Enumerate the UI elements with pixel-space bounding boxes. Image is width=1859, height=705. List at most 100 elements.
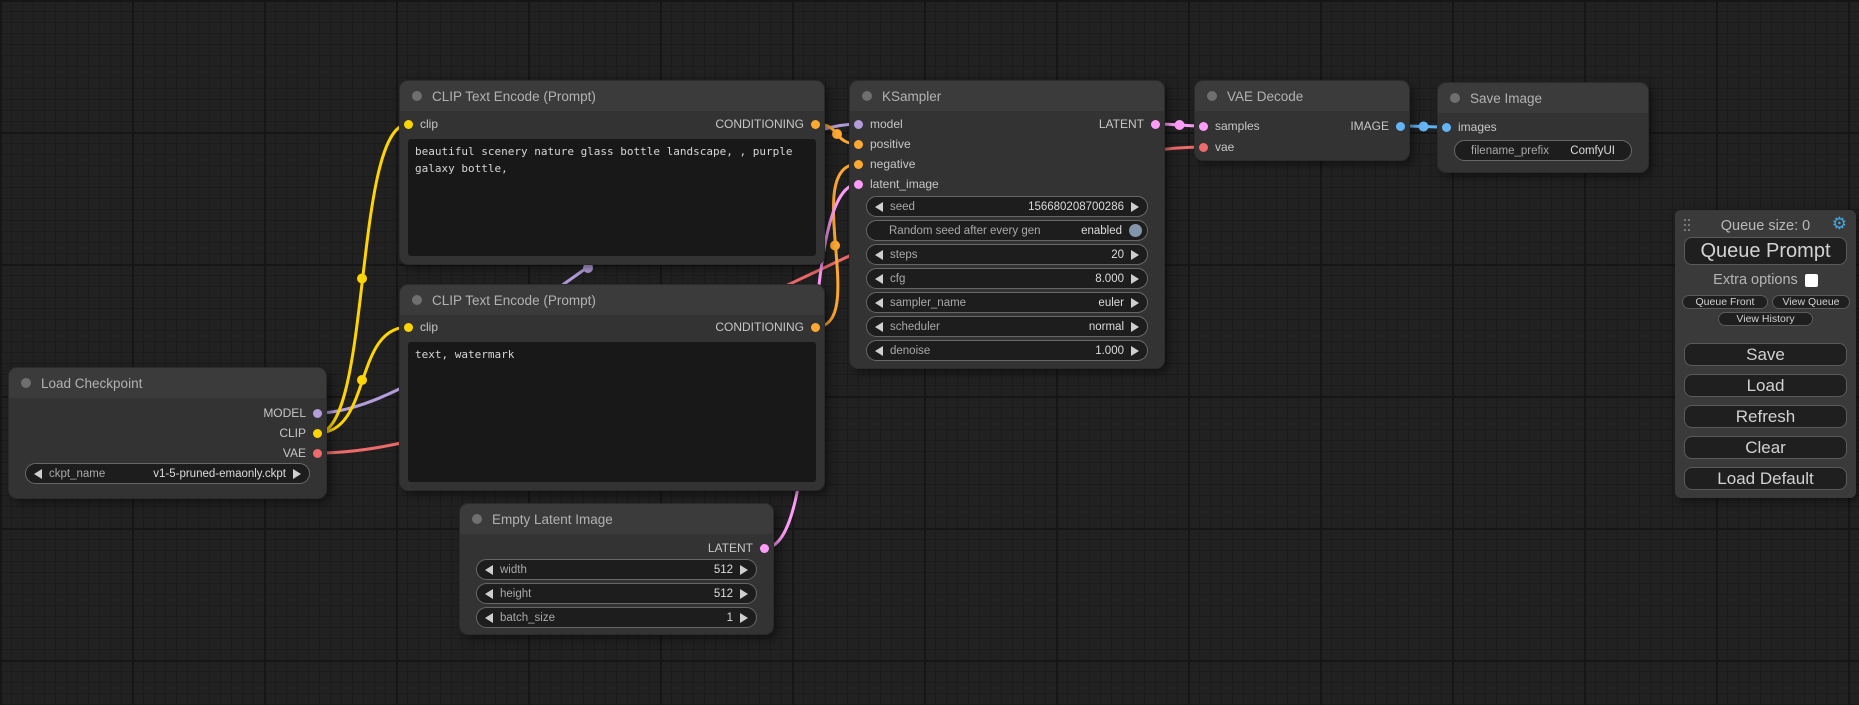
slot-dot-clip[interactable] <box>404 120 413 129</box>
load-button[interactable]: Load <box>1684 374 1847 397</box>
slot-dot-image[interactable] <box>1442 123 1451 132</box>
slot-dot-vae[interactable] <box>313 449 322 458</box>
height-widget[interactable]: height 512 <box>476 583 757 604</box>
slot-dot-vae[interactable] <box>1199 143 1208 152</box>
steps-widget[interactable]: steps 20 <box>866 244 1148 265</box>
slot-dot-clip[interactable] <box>313 429 322 438</box>
node-clip-text-encode-positive[interactable]: CLIP Text Encode (Prompt) clip CONDITION… <box>400 81 824 264</box>
node-save-image[interactable]: Save Image images filename_prefix ComfyU… <box>1438 83 1648 172</box>
slot-dot-latent[interactable] <box>854 180 863 189</box>
input-slot-model[interactable]: model <box>854 114 903 134</box>
load-default-button[interactable]: Load Default <box>1684 467 1847 490</box>
decrement-arrow-icon[interactable] <box>875 298 883 308</box>
output-slot-clip[interactable]: CLIP <box>279 423 322 443</box>
output-slot-model[interactable]: MODEL <box>263 403 322 423</box>
link-dot[interactable] <box>583 263 593 273</box>
slot-dot-clip[interactable] <box>404 323 413 332</box>
input-slot-images[interactable]: images <box>1442 117 1497 137</box>
node-title-bar[interactable]: Load Checkpoint <box>9 368 326 398</box>
increment-arrow-icon[interactable] <box>1131 250 1139 260</box>
link-dot[interactable] <box>830 241 840 251</box>
output-slot-image[interactable]: IMAGE <box>1350 116 1405 136</box>
slot-dot-model[interactable] <box>854 120 863 129</box>
node-title-bar[interactable]: Empty Latent Image <box>460 504 773 534</box>
prompt-textarea[interactable]: beautiful scenery nature glass bottle la… <box>408 139 816 256</box>
increment-arrow-icon[interactable] <box>740 613 748 623</box>
decrement-arrow-icon[interactable] <box>875 274 883 284</box>
node-title-bar[interactable]: CLIP Text Encode (Prompt) <box>400 81 824 111</box>
link-dot[interactable] <box>357 375 367 385</box>
slot-dot-model[interactable] <box>313 409 322 418</box>
view-queue-button[interactable]: View Queue <box>1772 295 1850 309</box>
node-title-bar[interactable]: Save Image <box>1438 83 1648 113</box>
decrement-arrow-icon[interactable] <box>875 346 883 356</box>
input-slot-clip[interactable]: clip <box>404 114 438 134</box>
cfg-widget[interactable]: cfg 8.000 <box>866 268 1148 289</box>
node-ksampler[interactable]: KSampler model positive negative latent_… <box>850 81 1164 368</box>
output-slot-latent[interactable]: LATENT <box>1099 114 1160 134</box>
scheduler-widget[interactable]: scheduler normal <box>866 316 1148 337</box>
save-button[interactable]: Save <box>1684 343 1847 366</box>
output-slot-vae[interactable]: VAE <box>283 443 322 463</box>
ckpt-name-widget[interactable]: ckpt_name v1-5-pruned-emaonly.ckpt <box>25 463 310 484</box>
slot-dot-conditioning[interactable] <box>854 160 863 169</box>
slot-dot-conditioning[interactable] <box>854 140 863 149</box>
input-slot-vae[interactable]: vae <box>1199 137 1234 157</box>
collapse-dot-icon[interactable] <box>862 91 872 101</box>
input-slot-positive[interactable]: positive <box>854 134 911 154</box>
queue-front-button[interactable]: Queue Front <box>1682 295 1768 309</box>
node-empty-latent-image[interactable]: Empty Latent Image LATENT width 512 heig… <box>460 504 773 634</box>
decrement-arrow-icon[interactable] <box>875 202 883 212</box>
increment-arrow-icon[interactable] <box>293 469 301 479</box>
view-history-button[interactable]: View History <box>1718 312 1813 326</box>
node-clip-text-encode-negative[interactable]: CLIP Text Encode (Prompt) clip CONDITION… <box>400 285 824 490</box>
collapse-dot-icon[interactable] <box>1207 91 1217 101</box>
link-dot[interactable] <box>357 274 367 284</box>
input-slot-negative[interactable]: negative <box>854 154 915 174</box>
random-seed-toggle-widget[interactable]: Random seed after every gen enabled <box>866 220 1148 241</box>
increment-arrow-icon[interactable] <box>1131 346 1139 356</box>
increment-arrow-icon[interactable] <box>1131 274 1139 284</box>
node-title-bar[interactable]: KSampler <box>850 81 1164 111</box>
filename-prefix-widget[interactable]: filename_prefix ComfyUI <box>1454 140 1632 161</box>
extra-options-checkbox[interactable] <box>1805 274 1818 287</box>
input-slot-clip[interactable]: clip <box>404 317 438 337</box>
input-slot-latent-image[interactable]: latent_image <box>854 174 939 194</box>
increment-arrow-icon[interactable] <box>1131 322 1139 332</box>
batch-size-widget[interactable]: batch_size 1 <box>476 607 757 628</box>
slot-dot-conditioning[interactable] <box>811 120 820 129</box>
clear-button[interactable]: Clear <box>1684 436 1847 459</box>
collapse-dot-icon[interactable] <box>1450 93 1460 103</box>
refresh-button[interactable]: Refresh <box>1684 405 1847 428</box>
increment-arrow-icon[interactable] <box>740 589 748 599</box>
toggle-dot-icon[interactable] <box>1129 224 1142 237</box>
decrement-arrow-icon[interactable] <box>485 613 493 623</box>
denoise-widget[interactable]: denoise 1.000 <box>866 340 1148 361</box>
input-slot-samples[interactable]: samples <box>1199 116 1260 136</box>
link-dot[interactable] <box>1419 122 1429 132</box>
prompt-textarea[interactable]: text, watermark <box>408 342 816 482</box>
node-load-checkpoint[interactable]: Load Checkpoint MODEL CLIP VAE ckpt_name… <box>9 368 326 498</box>
increment-arrow-icon[interactable] <box>1131 298 1139 308</box>
decrement-arrow-icon[interactable] <box>875 250 883 260</box>
node-vae-decode[interactable]: VAE Decode samples vae IMAGE <box>1195 81 1409 160</box>
collapse-dot-icon[interactable] <box>412 295 422 305</box>
slot-dot-conditioning[interactable] <box>811 323 820 332</box>
slot-dot-latent[interactable] <box>1151 120 1160 129</box>
collapse-dot-icon[interactable] <box>21 378 31 388</box>
decrement-arrow-icon[interactable] <box>485 565 493 575</box>
decrement-arrow-icon[interactable] <box>875 322 883 332</box>
width-widget[interactable]: width 512 <box>476 559 757 580</box>
node-graph-canvas[interactable]: Load Checkpoint MODEL CLIP VAE ckpt_name… <box>0 0 1859 705</box>
slot-dot-latent[interactable] <box>760 544 769 553</box>
link-dot[interactable] <box>1175 120 1185 130</box>
decrement-arrow-icon[interactable] <box>485 589 493 599</box>
collapse-dot-icon[interactable] <box>412 91 422 101</box>
slot-dot-image[interactable] <box>1396 122 1405 131</box>
increment-arrow-icon[interactable] <box>1131 202 1139 212</box>
output-slot-conditioning[interactable]: CONDITIONING <box>715 114 820 134</box>
seed-widget[interactable]: seed 156680208700286 <box>866 196 1148 217</box>
node-title-bar[interactable]: VAE Decode <box>1195 81 1409 111</box>
decrement-arrow-icon[interactable] <box>34 469 42 479</box>
sampler-name-widget[interactable]: sampler_name euler <box>866 292 1148 313</box>
